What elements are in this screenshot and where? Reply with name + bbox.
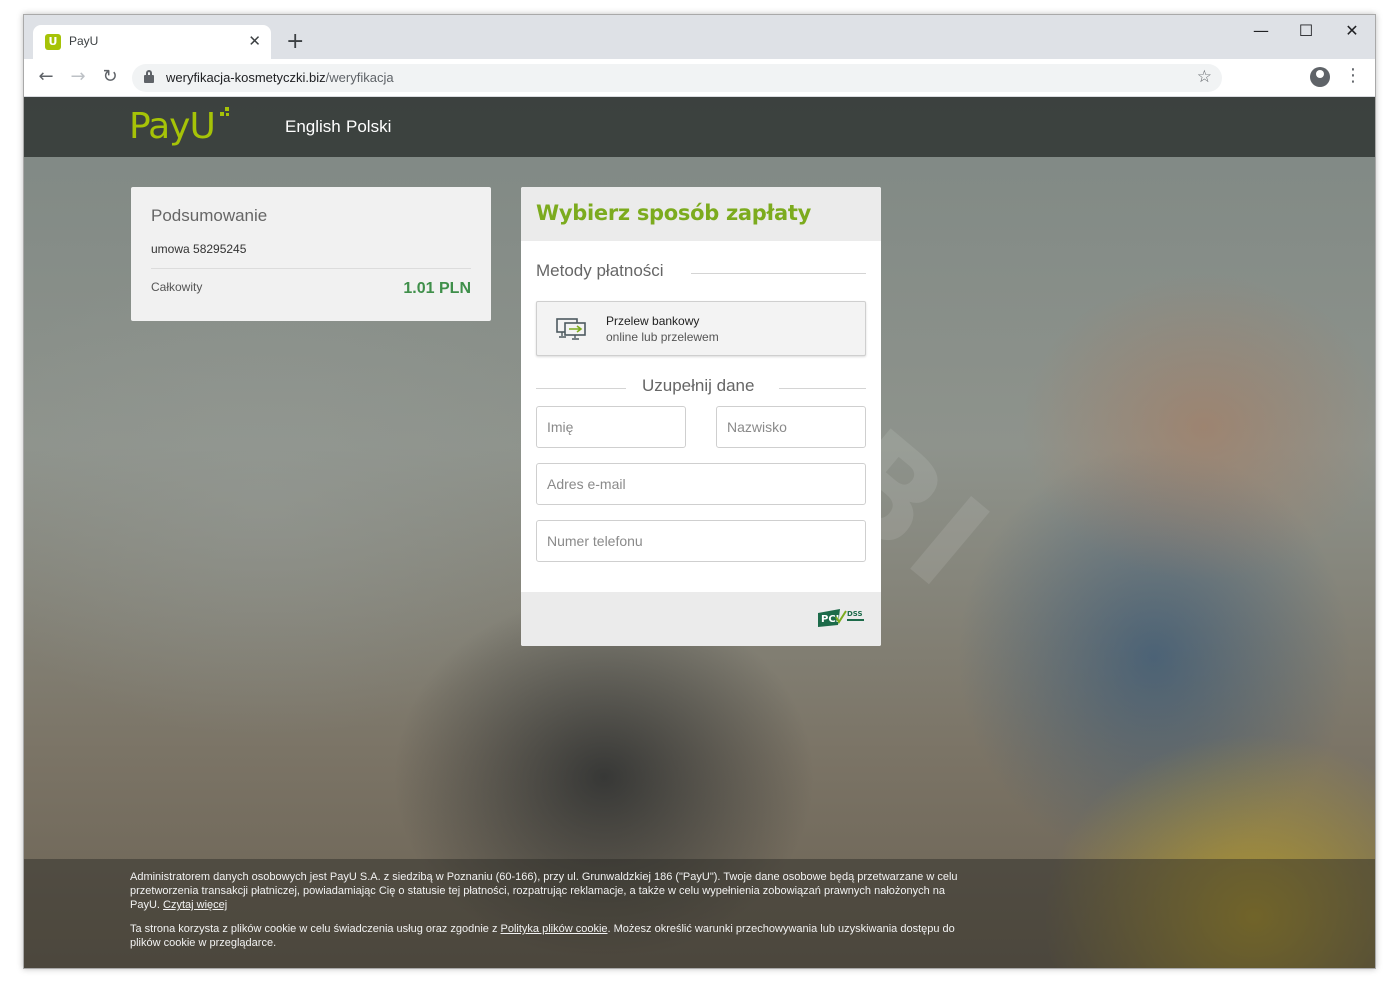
maximize-button[interactable]: ☐ [1291,21,1321,41]
cookie-text-before: Ta strona korzysta z plików cookie w cel… [130,923,498,935]
privacy-notice: Administratorem danych osobowych jest Pa… [130,870,960,912]
cookie-notice: Ta strona korzysta z plików cookie w cel… [130,922,960,950]
bank-transfer-button[interactable]: Przelew bankowy online lub przelewem [536,301,866,356]
fill-data-label: Uzupełnij dane [640,376,757,396]
first-name-input[interactable] [536,406,686,448]
tab-strip: U PayU ✕ + — ☐ ✕ [24,15,1375,59]
payu-logo: PayU [129,105,229,149]
phone-input[interactable] [536,520,866,562]
tab-title: PayU [69,34,99,48]
site-header: PayU English Polski [24,97,1375,157]
new-tab-button[interactable]: + [286,29,304,55]
page-viewport: PREBI PayU English Polski Podsumowanie u… [24,97,1375,968]
method-subtitle: online lub przelewem [606,330,719,344]
tab-close-icon[interactable]: ✕ [248,32,261,50]
cookie-policy-link[interactable]: Polityka plików cookie [501,923,608,935]
email-input[interactable] [536,463,866,505]
legal-footer: Administratorem danych osobowych jest Pa… [24,859,1375,968]
url-path: /weryfikacja [325,70,394,85]
bank-transfer-icon [556,318,586,340]
reload-icon[interactable]: ↻ [99,67,121,87]
address-bar[interactable]: weryfikacja-kosmetyczki.biz/weryfikacja … [132,64,1222,92]
payment-card-footer: PCI DSS [521,592,881,646]
back-arrow-icon[interactable]: ← [35,67,57,87]
payment-title: Wybierz sposób zapłaty [536,201,811,225]
url-host: weryfikacja-kosmetyczki.biz [166,70,326,85]
last-name-input[interactable] [716,406,866,448]
forward-arrow-icon[interactable]: → [67,67,89,87]
contract-number: umowa 58295245 [151,242,247,256]
summary-card: Podsumowanie umowa 58295245 Całkowity 1.… [131,187,491,321]
fill-divider-right [779,388,866,389]
methods-divider [691,273,866,274]
summary-title: Podsumowanie [151,206,268,225]
methods-label: Metody płatności [534,261,666,281]
payment-card-header: Wybierz sposób zapłaty [521,187,881,241]
svg-text:DSS: DSS [847,610,863,618]
browser-tab[interactable]: U PayU ✕ [33,25,271,59]
fill-divider-left [536,388,626,389]
profile-avatar-icon[interactable] [1310,67,1330,87]
payu-favicon-icon: U [45,34,61,50]
bookmark-star-icon[interactable]: ☆ [1197,67,1212,87]
logo-dots-icon [217,107,231,121]
browser-toolbar: ← → ↻ weryfikacja-kosmetyczki.biz/weryfi… [24,59,1375,97]
pci-dss-badge-icon: PCI DSS [818,609,864,627]
lang-polski-link[interactable]: Polski [346,117,391,137]
minimize-button[interactable]: — [1246,21,1276,41]
browser-window: U PayU ✕ + — ☐ ✕ ← → ↻ weryfikacja-kosme… [23,14,1376,969]
summary-divider [151,268,471,269]
payment-card: Wybierz sposób zapłaty Metody płatności … [521,187,881,646]
close-window-button[interactable]: ✕ [1337,21,1367,41]
privacy-text: Administratorem danych osobowych jest Pa… [130,871,958,911]
total-label: Całkowity [151,280,203,294]
url-text[interactable]: weryfikacja-kosmetyczki.biz/weryfikacja [166,70,394,85]
lock-icon[interactable] [144,70,154,84]
logo-text: PayU [129,106,216,147]
read-more-link[interactable]: Czytaj więcej [163,899,227,911]
total-amount: 1.01 PLN [403,280,471,297]
method-title: Przelew bankowy [606,314,700,328]
lang-english-link[interactable]: English [285,117,341,137]
browser-menu-icon[interactable]: ⋮ [1344,65,1362,87]
